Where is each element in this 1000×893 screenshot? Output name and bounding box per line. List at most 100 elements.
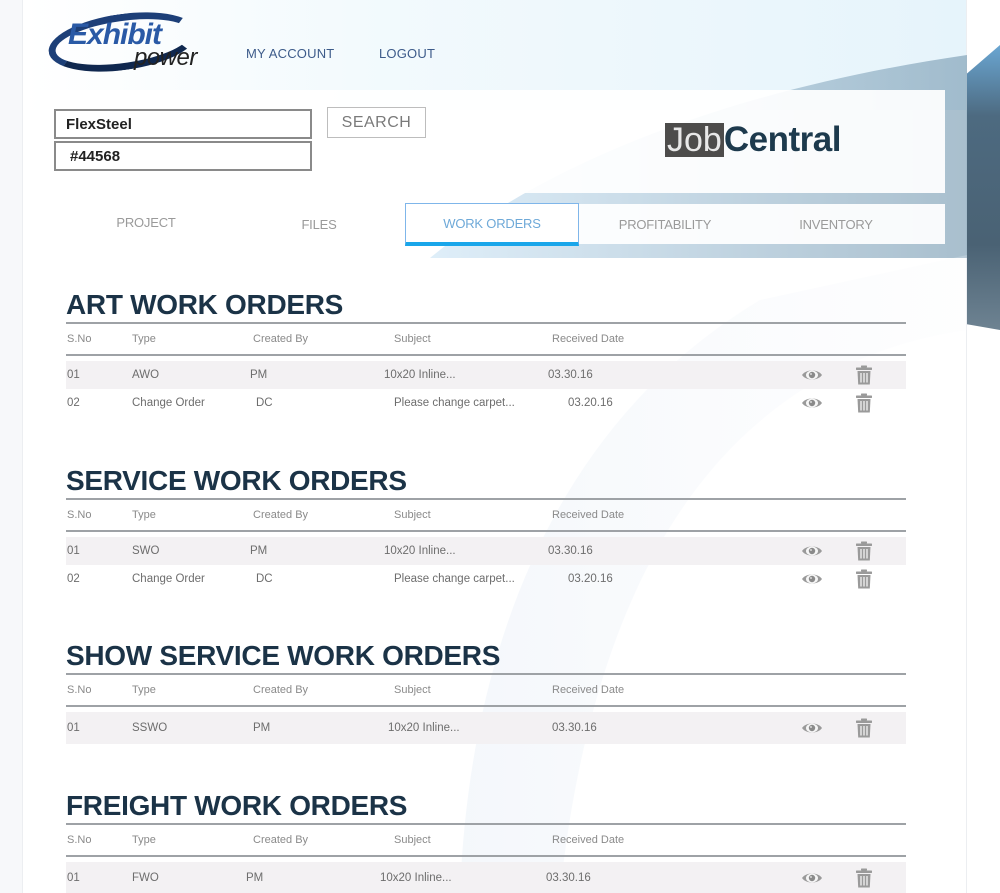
search-button[interactable]: SEARCH bbox=[327, 107, 426, 138]
cell-created-by: PM bbox=[246, 872, 264, 884]
tab-profitability[interactable]: PROFITABILITY bbox=[580, 204, 750, 244]
client-search-input[interactable] bbox=[54, 109, 312, 139]
col-type: Type bbox=[132, 834, 156, 846]
col-received-date: Received Date bbox=[552, 684, 625, 696]
col-type: Type bbox=[132, 509, 156, 521]
my-account-link[interactable]: MY ACCOUNT bbox=[246, 46, 334, 61]
trash-icon[interactable] bbox=[855, 365, 873, 385]
app-title: Job Central bbox=[665, 120, 841, 160]
freight-work-orders-section: FREIGHT WORK ORDERS S.No Type Created By… bbox=[66, 789, 906, 893]
col-received-date: Received Date bbox=[552, 834, 625, 846]
cell-received-date: 03.30.16 bbox=[546, 872, 591, 884]
cell-subject: 10x20 Inline... bbox=[388, 722, 460, 734]
col-sno: S.No bbox=[67, 834, 92, 846]
trash-icon[interactable] bbox=[855, 541, 873, 561]
eye-icon[interactable] bbox=[801, 368, 823, 382]
cell-type: Change Order bbox=[132, 397, 205, 409]
show-service-work-orders-section: SHOW SERVICE WORK ORDERS S.No Type Creat… bbox=[66, 639, 906, 744]
app-title-job: Job bbox=[665, 121, 724, 159]
divider bbox=[66, 354, 906, 356]
cell-received-date: 03.20.16 bbox=[568, 573, 613, 585]
col-sno: S.No bbox=[67, 684, 92, 696]
cell-subject: 10x20 Inline... bbox=[384, 545, 456, 557]
eye-icon[interactable] bbox=[801, 572, 823, 586]
logout-link[interactable]: LOGOUT bbox=[379, 46, 435, 61]
cell-sno: 01 bbox=[67, 545, 80, 557]
trash-icon[interactable] bbox=[855, 393, 873, 413]
cell-sno: 01 bbox=[67, 722, 80, 734]
trash-icon[interactable] bbox=[855, 718, 873, 738]
cell-created-by: DC bbox=[256, 397, 273, 409]
divider bbox=[66, 530, 906, 532]
table-header: S.No Type Created By Subject Received Da… bbox=[66, 675, 906, 705]
cell-type: SWO bbox=[132, 545, 160, 557]
col-created-by: Created By bbox=[253, 684, 309, 696]
cell-subject: Please change carpet... bbox=[394, 573, 515, 585]
table-row[interactable]: 01 SSWO PM 10x20 Inline... 03.30.16 bbox=[66, 712, 906, 744]
section-title: ART WORK ORDERS bbox=[66, 289, 344, 320]
cell-created-by: DC bbox=[256, 573, 273, 585]
col-sno: S.No bbox=[67, 509, 92, 521]
cell-created-by: PM bbox=[250, 545, 268, 557]
col-created-by: Created By bbox=[253, 509, 309, 521]
table-header: S.No Type Created By Subject Received Da… bbox=[66, 500, 906, 530]
cell-sno: 01 bbox=[67, 872, 80, 884]
tab-inventory[interactable]: INVENTORY bbox=[750, 204, 922, 244]
cell-received-date: 03.20.16 bbox=[568, 397, 613, 409]
cell-type: AWO bbox=[132, 369, 160, 381]
art-work-orders-section: ART WORK ORDERS S.No Type Created By Sub… bbox=[66, 288, 906, 417]
service-work-orders-section: SERVICE WORK ORDERS S.No Type Created By… bbox=[66, 464, 906, 593]
cell-type: SSWO bbox=[132, 722, 168, 734]
col-created-by: Created By bbox=[253, 834, 309, 846]
col-subject: Subject bbox=[394, 333, 431, 345]
eye-icon[interactable] bbox=[801, 396, 823, 410]
divider bbox=[66, 855, 906, 857]
cell-sno: 02 bbox=[67, 397, 80, 409]
cell-created-by: PM bbox=[250, 369, 268, 381]
table-row[interactable]: 02 Change Order DC Please change carpet.… bbox=[66, 389, 906, 417]
table-header: S.No Type Created By Subject Received Da… bbox=[66, 324, 906, 354]
col-type: Type bbox=[132, 333, 156, 345]
cell-subject: Please change carpet... bbox=[394, 397, 515, 409]
cell-received-date: 03.30.16 bbox=[548, 369, 593, 381]
col-created-by: Created By bbox=[253, 333, 309, 345]
col-sno: S.No bbox=[67, 333, 92, 345]
divider bbox=[66, 705, 906, 707]
cell-type: FWO bbox=[132, 872, 159, 884]
section-title: FREIGHT WORK ORDERS bbox=[66, 790, 408, 821]
section-title: SERVICE WORK ORDERS bbox=[66, 465, 407, 496]
table-header: S.No Type Created By Subject Received Da… bbox=[66, 825, 906, 855]
eye-icon[interactable] bbox=[801, 871, 823, 885]
section-title: SHOW SERVICE WORK ORDERS bbox=[66, 640, 501, 671]
cell-created-by: PM bbox=[253, 722, 271, 734]
cell-received-date: 03.30.16 bbox=[552, 722, 597, 734]
eye-icon[interactable] bbox=[801, 544, 823, 558]
right-decor bbox=[967, 45, 1000, 330]
trash-icon[interactable] bbox=[855, 868, 873, 888]
cell-subject: 10x20 Inline... bbox=[380, 872, 452, 884]
table-row[interactable]: 02 Change Order DC Please change carpet.… bbox=[66, 565, 906, 593]
tab-project[interactable]: PROJECT bbox=[86, 202, 206, 242]
eye-icon[interactable] bbox=[801, 721, 823, 735]
tab-work-orders[interactable]: WORK ORDERS bbox=[405, 203, 579, 246]
cell-received-date: 03.30.16 bbox=[548, 545, 593, 557]
col-received-date: Received Date bbox=[552, 509, 625, 521]
col-received-date: Received Date bbox=[552, 333, 625, 345]
col-type: Type bbox=[132, 684, 156, 696]
cell-subject: 10x20 Inline... bbox=[384, 369, 456, 381]
cell-sno: 02 bbox=[67, 573, 80, 585]
table-row[interactable]: 01 FWO PM 10x20 Inline... 03.30.16 bbox=[66, 862, 906, 893]
logo-text-power: power bbox=[134, 44, 197, 71]
trash-icon[interactable] bbox=[855, 569, 873, 589]
col-subject: Subject bbox=[394, 834, 431, 846]
tab-files[interactable]: FILES bbox=[259, 204, 379, 244]
app-title-central: Central bbox=[723, 120, 842, 159]
cell-type: Change Order bbox=[132, 573, 205, 585]
table-row[interactable]: 01 AWO PM 10x20 Inline... 03.30.16 bbox=[66, 361, 906, 389]
col-subject: Subject bbox=[394, 509, 431, 521]
exhibitpower-logo[interactable]: Exhibit power bbox=[44, 3, 213, 81]
cell-sno: 01 bbox=[67, 369, 80, 381]
job-number-input[interactable] bbox=[54, 141, 312, 171]
col-subject: Subject bbox=[394, 684, 431, 696]
table-row[interactable]: 01 SWO PM 10x20 Inline... 03.30.16 bbox=[66, 537, 906, 565]
